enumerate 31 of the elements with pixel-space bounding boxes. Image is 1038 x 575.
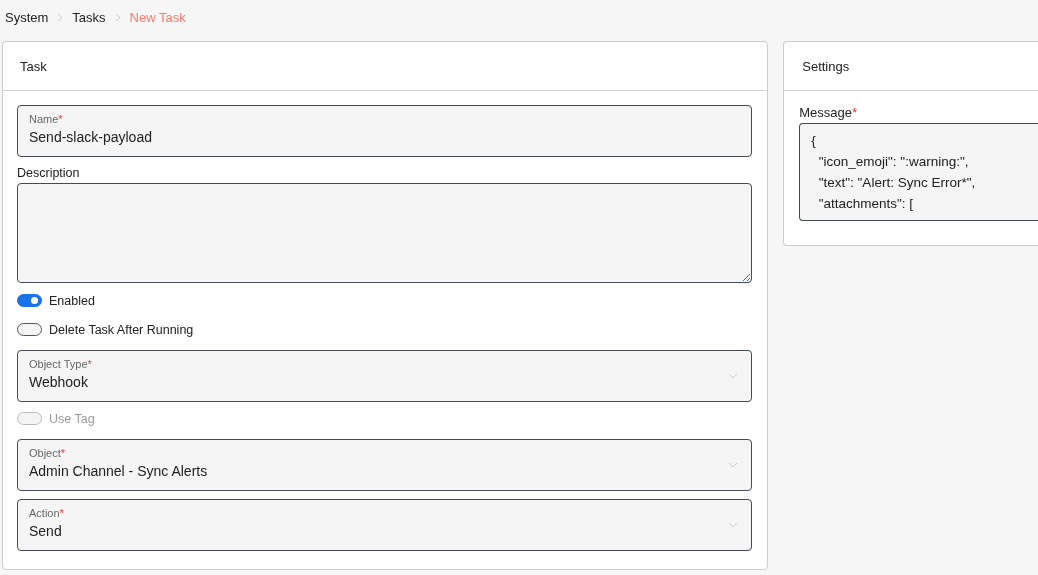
toggle-label: Enabled bbox=[49, 293, 95, 308]
caret-icon bbox=[728, 373, 739, 379]
chevron-icon bbox=[57, 12, 64, 22]
message-field[interactable]: { "icon_emoji": ":warning:", "text": "Alert: Sync Error*", "attachments": [ bbox=[799, 123, 1038, 221]
required-mark: * bbox=[87, 358, 92, 370]
breadcrumb-link[interactable]: Tasks bbox=[72, 9, 106, 25]
field-label: Object Type bbox=[29, 358, 88, 370]
select-field[interactable]: Object* Admin Channel - Sync Alerts bbox=[17, 439, 753, 491]
chevron-icon bbox=[114, 12, 121, 22]
description-field[interactable] bbox=[17, 183, 753, 283]
select-field[interactable]: Action* Send bbox=[17, 499, 753, 551]
field-label: Action bbox=[29, 507, 60, 519]
card-title: Settings bbox=[802, 58, 850, 74]
toggle-label: Use Tag bbox=[49, 411, 95, 426]
field-label: Message bbox=[799, 105, 852, 120]
required-mark: * bbox=[59, 507, 64, 519]
select-field[interactable]: Object Type* Webhook bbox=[17, 350, 753, 402]
card-title: Task bbox=[20, 58, 47, 74]
field-label: Description bbox=[17, 166, 80, 180]
field-label: Name bbox=[29, 113, 59, 125]
field-label: Object bbox=[29, 447, 61, 459]
required-mark: * bbox=[852, 105, 858, 120]
caret-icon bbox=[728, 522, 739, 528]
caret-icon bbox=[728, 462, 739, 468]
toggle-switch[interactable] bbox=[17, 323, 42, 336]
name-field[interactable]: Name* Send-slack-payload bbox=[17, 105, 753, 157]
required-mark: * bbox=[60, 447, 66, 459]
toggle-label: Delete Task After Running bbox=[49, 322, 194, 337]
toggle-switch[interactable] bbox=[17, 294, 42, 307]
required-mark: * bbox=[58, 113, 63, 125]
breadcrumb-link[interactable]: System bbox=[5, 9, 49, 25]
